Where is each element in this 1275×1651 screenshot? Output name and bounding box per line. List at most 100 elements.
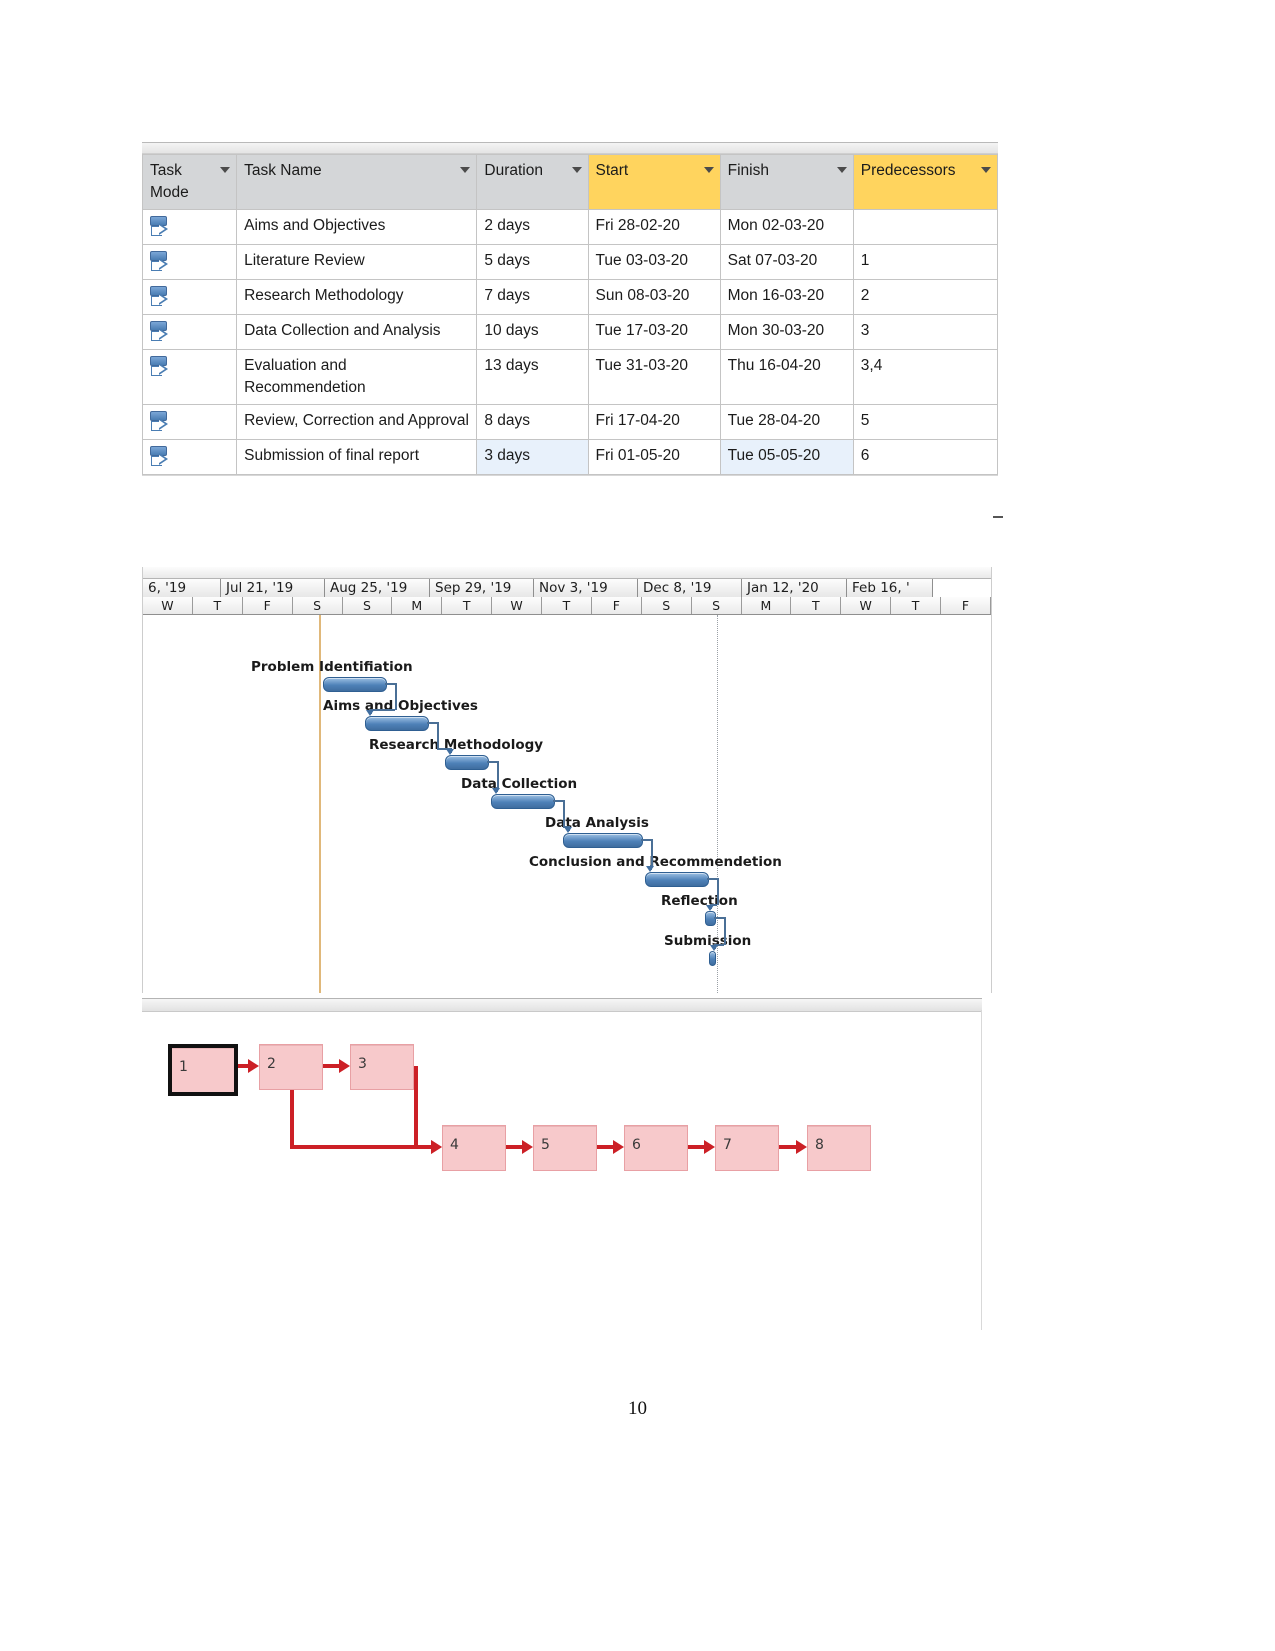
task-mode-cell[interactable] <box>141 349 238 405</box>
network-node[interactable]: 4 <box>442 1125 506 1171</box>
duration-cell[interactable]: 7 days <box>476 279 589 315</box>
task-name-cell[interactable]: Submission of final report <box>236 439 478 475</box>
finish-cell[interactable]: Sat 07-03-20 <box>719 244 854 280</box>
gantt-dependency-arrow-icon <box>446 749 454 755</box>
network-node[interactable]: 3 <box>350 1044 414 1090</box>
finish-cell[interactable]: Mon 16-03-20 <box>719 279 854 315</box>
task-name-cell[interactable]: Research Methodology <box>236 279 478 315</box>
finish-cell[interactable]: Thu 16-04-20 <box>719 349 854 405</box>
timescale-day-cell: W <box>143 597 193 614</box>
column-header-start[interactable]: Start <box>587 154 721 210</box>
gantt-bar[interactable] <box>645 872 709 887</box>
column-header-duration[interactable]: Duration <box>476 154 589 210</box>
table-row[interactable]: Research Methodology 7 days Sun 08-03-20 Mo… <box>141 279 999 315</box>
start-cell[interactable]: Fri 01-05-20 <box>587 439 721 475</box>
network-node[interactable]: 5 <box>533 1125 597 1171</box>
start-cell[interactable]: Fri 28-02-20 <box>587 209 721 245</box>
duration-cell[interactable]: 10 days <box>476 314 589 350</box>
task-name-cell[interactable]: Aims and Objectives <box>236 209 478 245</box>
timescale-day-cell: S <box>342 597 393 614</box>
task-mode-cell[interactable] <box>141 314 238 350</box>
task-mode-cell[interactable] <box>141 244 238 280</box>
network-edge <box>686 1145 706 1149</box>
gantt-canvas: Problem Identifiation Aims and Objectives… <box>143 615 991 993</box>
gantt-bar[interactable] <box>445 755 489 770</box>
finish-cell[interactable]: Mon 02-03-20 <box>719 209 854 245</box>
timescale-month-cell: Jul 21, '19 <box>221 579 325 597</box>
start-cell[interactable]: Tue 17-03-20 <box>587 314 721 350</box>
predecessors-cell[interactable] <box>852 209 999 245</box>
gantt-bar[interactable] <box>365 716 429 731</box>
finish-cell[interactable]: Tue 05-05-20 <box>719 439 854 475</box>
column-header-task-mode[interactable]: Task Mode <box>141 154 238 210</box>
column-header-predecessors[interactable]: Predecessors <box>852 154 999 210</box>
filter-dropdown-icon[interactable] <box>571 167 582 173</box>
gantt-bar-label: Submission <box>664 933 752 949</box>
manually-scheduled-icon <box>150 355 172 379</box>
table-row[interactable]: Aims and Objectives 2 days Fri 28-02-20 Mon… <box>141 209 999 245</box>
duration-cell[interactable]: 8 days <box>476 404 589 440</box>
predecessors-cell[interactable]: 3,4 <box>852 349 999 405</box>
manually-scheduled-icon <box>150 250 172 274</box>
gantt-bar-label: Data Analysis <box>545 815 649 831</box>
start-cell[interactable]: Fri 17-04-20 <box>587 404 721 440</box>
task-mode-cell[interactable] <box>141 404 238 440</box>
predecessors-cell[interactable]: 2 <box>852 279 999 315</box>
column-header-label: Task Name <box>244 162 322 179</box>
network-node[interactable]: 7 <box>715 1125 779 1171</box>
project-task-table: Task Mode Task Name Duration Start Finis… <box>141 142 999 488</box>
table-row[interactable]: Evaluation and Recommendetion 13 days Tue … <box>141 349 999 405</box>
finish-cell[interactable]: Tue 28-04-20 <box>719 404 854 440</box>
start-cell[interactable]: Tue 03-03-20 <box>587 244 721 280</box>
predecessors-cell[interactable]: 6 <box>852 439 999 475</box>
network-arrow-icon <box>796 1140 807 1154</box>
task-mode-cell[interactable] <box>141 209 238 245</box>
task-name-cell[interactable]: Data Collection and Analysis <box>236 314 478 350</box>
network-node[interactable]: 8 <box>807 1125 871 1171</box>
column-header-label: Start <box>595 162 629 179</box>
predecessors-cell[interactable]: 1 <box>852 244 999 280</box>
start-cell[interactable]: Sun 08-03-20 <box>587 279 721 315</box>
start-cell[interactable]: Tue 31-03-20 <box>587 349 721 405</box>
gantt-bar-label: Research Methodology <box>369 737 544 753</box>
timescale-month-cell: Dec 8, '19 <box>638 579 742 597</box>
predecessors-cell[interactable]: 5 <box>852 404 999 440</box>
table-row[interactable]: Literature Review 5 days Tue 03-03-20 Sat 0… <box>141 244 999 280</box>
gantt-bar[interactable] <box>563 833 643 848</box>
filter-dropdown-icon[interactable] <box>220 167 231 173</box>
filter-dropdown-icon[interactable] <box>460 167 471 173</box>
table-row[interactable]: Submission of final report 3 days Fri 01-0… <box>141 439 999 475</box>
gantt-bar[interactable] <box>709 951 716 966</box>
task-mode-cell[interactable] <box>141 439 238 475</box>
column-header-finish[interactable]: Finish <box>719 154 854 210</box>
task-mode-cell[interactable] <box>141 279 238 315</box>
timescale-month-cell: Feb 16, ' <box>847 579 933 597</box>
finish-cell[interactable]: Mon 30-03-20 <box>719 314 854 350</box>
filter-dropdown-icon[interactable] <box>836 167 847 173</box>
column-header-task-name[interactable]: Task Name <box>236 154 478 210</box>
duration-cell[interactable]: 5 days <box>476 244 589 280</box>
network-edge <box>504 1145 524 1149</box>
network-node-label: 7 <box>723 1137 732 1153</box>
task-name-cell[interactable]: Evaluation and Recommendetion <box>236 349 478 405</box>
table-row[interactable]: Review, Correction and Approval 8 days Fri… <box>141 404 999 440</box>
gantt-dependency-link <box>641 839 651 841</box>
predecessors-cell[interactable]: 3 <box>852 314 999 350</box>
network-node[interactable]: 1 <box>168 1044 238 1096</box>
filter-dropdown-icon[interactable] <box>981 167 991 173</box>
task-name-cell[interactable]: Review, Correction and Approval <box>236 404 478 440</box>
duration-cell[interactable]: 2 days <box>476 209 589 245</box>
network-edge <box>777 1145 798 1149</box>
network-node[interactable]: 2 <box>259 1044 323 1090</box>
timescale-day-cell: W <box>492 597 542 614</box>
gantt-bar[interactable] <box>323 677 387 692</box>
network-node[interactable]: 6 <box>624 1125 688 1171</box>
gantt-dependency-link <box>714 917 724 919</box>
duration-cell[interactable]: 13 days <box>476 349 589 405</box>
gantt-bar[interactable] <box>491 794 555 809</box>
filter-dropdown-icon[interactable] <box>703 167 714 173</box>
table-row[interactable]: Data Collection and Analysis 10 days Tue 1… <box>141 314 999 350</box>
timescale-day-cell: T <box>542 597 592 614</box>
duration-cell[interactable]: 3 days <box>476 439 589 475</box>
task-name-cell[interactable]: Literature Review <box>236 244 478 280</box>
